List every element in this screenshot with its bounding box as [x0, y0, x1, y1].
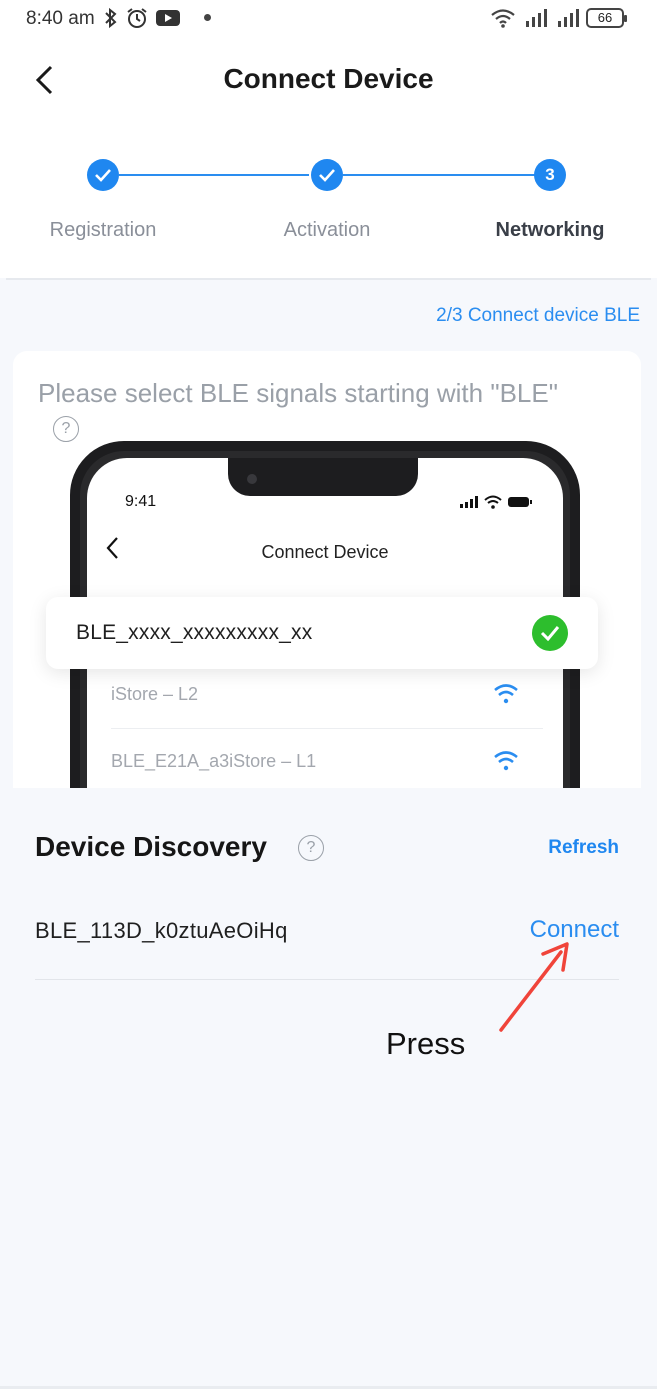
help-glyph: ? [61, 420, 71, 437]
status-bar: 8:40 am 66 [0, 0, 657, 36]
status-time: 8:40 am [26, 8, 95, 29]
annotation-text: Press [386, 1026, 466, 1061]
list-item: iStore – L2 [87, 663, 563, 727]
battery-icon [508, 497, 532, 507]
list-divider [111, 728, 543, 729]
phone-time: 9:41 [125, 493, 157, 510]
status-icons-right: 66 [490, 6, 627, 30]
check-icon [95, 169, 111, 182]
wifi-icon [491, 9, 515, 28]
instruction-title: Please select BLE signals starting with … [38, 378, 558, 408]
check-icon [540, 626, 560, 641]
youtube-icon [156, 10, 180, 26]
notification-dot [204, 14, 211, 21]
step-label-registration: Registration [49, 219, 157, 241]
step-activation-done [311, 159, 343, 191]
step-label-networking: Networking [495, 219, 605, 241]
check-circle-icon [532, 615, 568, 651]
step-number: 3 [545, 165, 555, 184]
check-icon [319, 169, 335, 182]
progress-text: 2/3 Connect device BLE [436, 305, 640, 326]
device-name: BLE_113D_k0ztuAeOiHq [35, 918, 288, 943]
stepper-line [343, 174, 535, 176]
status-icons-left [103, 6, 181, 30]
header-divider [6, 278, 651, 280]
network-name: iStore – L2 [111, 684, 199, 704]
camera-icon [247, 474, 257, 484]
phone-status-icons [459, 495, 533, 509]
annotation-arrow-icon [499, 942, 569, 1032]
phone-title: Connect Device [261, 542, 389, 562]
page-title: Connect Device [223, 63, 434, 94]
step-label-activation: Activation [283, 219, 371, 241]
selected-network-card: BLE_xxxx_xxxxxxxxx_xx [46, 597, 598, 669]
instruction-card: Please select BLE signals starting with … [13, 351, 641, 788]
help-icon[interactable]: ? [298, 835, 324, 861]
battery-level: 66 [597, 10, 613, 25]
step-networking-current: 3 [534, 159, 566, 191]
wifi-icon [494, 751, 518, 771]
stepper-line [119, 174, 309, 176]
help-glyph: ? [306, 839, 316, 856]
device-discovery-title: Device Discovery [35, 831, 267, 862]
signal-icon [558, 9, 579, 27]
refresh-button[interactable]: Refresh [548, 837, 619, 859]
wifi-icon [484, 495, 502, 509]
wifi-icon [494, 684, 518, 704]
signal-icon [526, 9, 547, 27]
signal-icon [460, 496, 478, 508]
help-icon[interactable]: ? [53, 416, 79, 442]
list-item: BLE_E21A_a3iStore – L1 [87, 730, 563, 788]
network-name: BLE_E21A_a3iStore – L1 [111, 751, 317, 771]
battery-indicator: 66 [586, 8, 627, 28]
selected-network-name: BLE_xxxx_xxxxxxxxx_xx [76, 621, 313, 644]
step-registration-done [87, 159, 119, 191]
alarm-icon [127, 8, 147, 28]
bluetooth-icon [105, 7, 117, 29]
